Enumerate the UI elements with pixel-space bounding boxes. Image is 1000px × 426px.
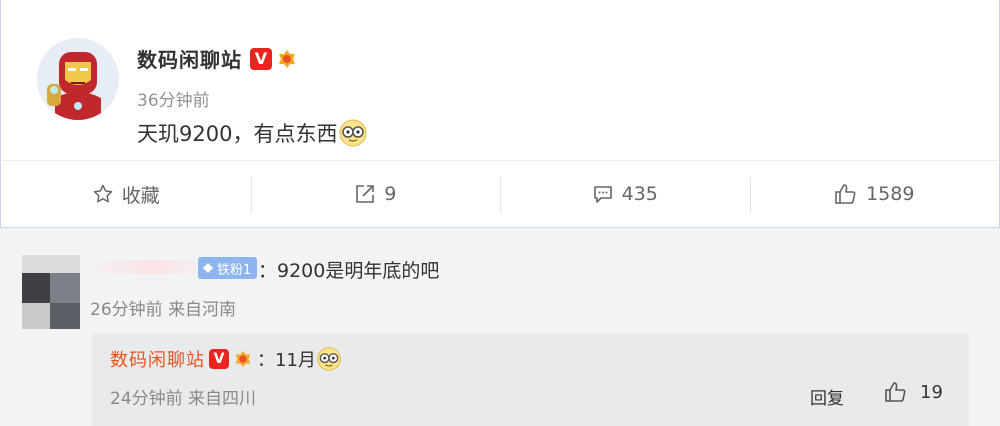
- fan-medal-icon: [279, 49, 295, 68]
- fan-badge-label: 铁粉1: [217, 262, 252, 278]
- post-action-bar: 收藏 9 435 1589: [1, 161, 999, 227]
- comment-text: ：9200是明年底的吧: [258, 260, 440, 282]
- reply-like-button[interactable]: 19: [884, 381, 943, 403]
- reply-like-count: 19: [920, 381, 943, 403]
- diamond-icon: [203, 263, 213, 273]
- post-content: 天玑9200，有点东西: [137, 118, 368, 148]
- post-author-row: 数码闲聊站 V: [137, 44, 298, 73]
- verified-v-icon: V: [250, 47, 272, 70]
- comment-button[interactable]: 435: [500, 161, 750, 227]
- fan-level-badge: 铁粉1: [198, 257, 258, 279]
- reply-meta: 24分钟前 来自四川: [110, 389, 257, 409]
- like-count: 1589: [866, 183, 915, 205]
- post-author-name[interactable]: 数码闲聊站: [137, 44, 242, 73]
- post-content-text: 天玑9200，有点东西: [137, 122, 338, 146]
- commenter-name-redacted[interactable]: [88, 260, 196, 274]
- thumbs-up-icon: [885, 382, 906, 402]
- repost-count: 9: [384, 183, 397, 205]
- comment-count: 435: [621, 183, 658, 205]
- fan-medal-icon: [235, 350, 251, 368]
- post-timestamp: 36分钟前: [137, 91, 210, 111]
- reply-block: 数码闲聊站 V ：11月 24分钟前 来自四川 回复 19: [92, 334, 969, 426]
- repost-icon: [356, 185, 375, 203]
- reply-author-name[interactable]: 数码闲聊站: [110, 346, 205, 372]
- verified-v-icon: V: [209, 349, 229, 369]
- reply-header: 数码闲聊站 V ：11月: [110, 346, 342, 372]
- favorite-label: 收藏: [121, 184, 160, 207]
- like-button[interactable]: 1589: [749, 161, 1000, 227]
- nerd-glasses-emoji-icon: [317, 347, 341, 371]
- reply-content-text: ：11月: [257, 350, 316, 371]
- author-avatar[interactable]: [37, 38, 119, 120]
- iron-man-avatar-icon: [37, 38, 119, 120]
- star-icon: [93, 184, 112, 203]
- commenter-avatar-pixelated[interactable]: [22, 255, 80, 329]
- repost-button[interactable]: 9: [250, 161, 501, 227]
- comment-icon: [593, 186, 612, 203]
- reply-content: ：11月: [257, 346, 342, 372]
- reply-button[interactable]: 回复: [810, 384, 844, 409]
- comment-meta: 26分钟前 来自河南: [90, 300, 237, 320]
- weibo-post-card: 数码闲聊站 V 36分钟前 天玑9200，有点东西 收藏 9 435 1589: [0, 0, 1000, 228]
- favorite-button[interactable]: 收藏: [1, 161, 251, 227]
- nerd-glasses-emoji-icon: [339, 119, 367, 147]
- thumbs-up-icon: [835, 184, 856, 204]
